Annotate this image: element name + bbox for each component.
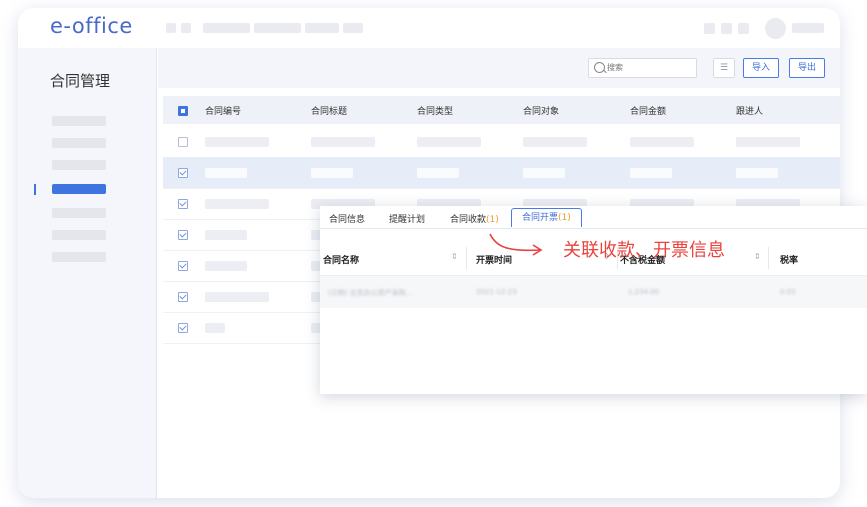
annotation-arrow-icon bbox=[489, 233, 543, 256]
cell-placeholder bbox=[205, 323, 225, 333]
tab-label: 合同开票 bbox=[522, 213, 559, 223]
tab-label: 合同信息 bbox=[329, 215, 366, 225]
table-row-selected[interactable] bbox=[163, 157, 840, 189]
username-placeholder[interactable] bbox=[792, 23, 824, 33]
tab-label: 合同收款 bbox=[450, 215, 487, 225]
nav-placeholder[interactable] bbox=[343, 23, 363, 33]
cell-placeholder bbox=[417, 137, 481, 147]
invoice-row[interactable]: (示例) 北京办公资产采购... 2021-12-23 1,234.00 0.0… bbox=[320, 276, 867, 308]
sidebar-item[interactable] bbox=[52, 208, 106, 218]
sort-icon[interactable]: ⇕ bbox=[754, 252, 761, 261]
row-checkbox[interactable] bbox=[178, 261, 188, 271]
tab-reminder-plan[interactable]: 提醒计划 bbox=[389, 212, 425, 225]
row-checkbox[interactable] bbox=[178, 323, 188, 333]
row-checkbox[interactable] bbox=[178, 168, 188, 178]
column-header[interactable]: 税率 bbox=[780, 253, 798, 266]
tab-contract-receipts[interactable]: 合同收款(1) bbox=[450, 212, 499, 225]
tab-label: 提醒计划 bbox=[389, 215, 426, 225]
cell-placeholder bbox=[311, 137, 375, 147]
cell-placeholder bbox=[736, 168, 778, 178]
sidebar-item-active[interactable] bbox=[52, 184, 106, 194]
column-header[interactable]: 跟进人 bbox=[736, 104, 763, 117]
app-logo: e-office bbox=[50, 14, 133, 38]
nav-placeholder[interactable] bbox=[181, 23, 191, 33]
column-header[interactable]: 合同编号 bbox=[205, 104, 241, 117]
invoice-contract-name: (示例) 北京办公资产采购... bbox=[328, 289, 413, 297]
column-header[interactable]: 合同名称 bbox=[323, 253, 359, 266]
header-icon-placeholder[interactable] bbox=[704, 23, 715, 34]
nav-placeholder[interactable] bbox=[254, 23, 301, 33]
nav-placeholder[interactable] bbox=[305, 23, 339, 33]
cell-placeholder bbox=[630, 137, 694, 147]
top-bar: e-office bbox=[18, 8, 840, 48]
cell-placeholder bbox=[205, 292, 269, 302]
sidebar-item[interactable] bbox=[52, 160, 106, 170]
annotation-text: 关联收款、开票信息 bbox=[563, 240, 725, 261]
column-header[interactable]: 合同标题 bbox=[311, 104, 347, 117]
sort-icon[interactable]: ⇕ bbox=[451, 252, 458, 261]
search-input[interactable] bbox=[607, 60, 687, 74]
invoice-amount: 1,234.00 bbox=[628, 288, 660, 296]
export-button[interactable]: 导出 bbox=[789, 58, 825, 78]
nav-placeholder[interactable] bbox=[166, 23, 176, 33]
nav-placeholder[interactable] bbox=[203, 23, 250, 33]
cell-placeholder bbox=[417, 168, 459, 178]
table-header: 合同编号 合同标题 合同类型 合同对象 合同金额 跟进人 bbox=[163, 96, 840, 124]
tab-count: (1) bbox=[558, 213, 571, 223]
cell-placeholder bbox=[736, 137, 800, 147]
cell-placeholder bbox=[630, 168, 672, 178]
cell-placeholder bbox=[205, 137, 269, 147]
sidebar-item[interactable] bbox=[52, 138, 106, 148]
column-divider bbox=[768, 247, 769, 269]
row-checkbox[interactable] bbox=[178, 199, 188, 209]
row-checkbox[interactable] bbox=[178, 137, 188, 147]
cell-placeholder bbox=[205, 261, 247, 271]
cell-placeholder bbox=[205, 168, 247, 178]
search-box[interactable] bbox=[588, 58, 697, 78]
header-icon-placeholder[interactable] bbox=[738, 23, 749, 34]
contract-detail-popup: 合同信息 提醒计划 合同收款(1) 合同开票(1) 合同名称 ⇕ 开票时间 ⇕ … bbox=[320, 206, 867, 394]
sidebar: 合同管理 bbox=[18, 48, 157, 498]
row-checkbox[interactable] bbox=[178, 292, 188, 302]
tab-contract-invoices[interactable]: 合同开票(1) bbox=[511, 208, 582, 227]
header-icon-placeholder[interactable] bbox=[721, 23, 732, 34]
cell-placeholder bbox=[523, 137, 587, 147]
sidebar-item[interactable] bbox=[52, 230, 106, 240]
column-divider bbox=[466, 247, 467, 269]
tab-count: (1) bbox=[486, 215, 499, 225]
cell-placeholder bbox=[311, 168, 353, 178]
invoice-tax-rate: 0.03 bbox=[780, 288, 796, 296]
cell-placeholder bbox=[205, 230, 247, 240]
detail-tabs: 合同信息 提醒计划 合同收款(1) 合同开票(1) bbox=[320, 206, 867, 229]
toolbar: ☰ 导入 导出 bbox=[158, 48, 840, 88]
filter-icon[interactable]: ☰ bbox=[713, 58, 735, 78]
row-checkbox[interactable] bbox=[178, 230, 188, 240]
cell-placeholder bbox=[205, 199, 269, 209]
cell-placeholder bbox=[523, 168, 565, 178]
import-button[interactable]: 导入 bbox=[743, 58, 779, 78]
tab-contract-info[interactable]: 合同信息 bbox=[329, 212, 365, 225]
sidebar-item[interactable] bbox=[52, 116, 106, 126]
sidebar-title: 合同管理 bbox=[50, 72, 111, 90]
search-icon bbox=[594, 62, 605, 73]
column-header[interactable]: 合同类型 bbox=[417, 104, 453, 117]
table-row[interactable] bbox=[163, 126, 840, 158]
active-indicator bbox=[34, 184, 36, 195]
avatar[interactable] bbox=[765, 18, 786, 39]
invoice-date: 2021-12-23 bbox=[476, 288, 517, 296]
select-all-checkbox[interactable] bbox=[178, 106, 188, 116]
column-header[interactable]: 合同对象 bbox=[523, 104, 559, 117]
column-header[interactable]: 合同金额 bbox=[630, 104, 666, 117]
sidebar-item[interactable] bbox=[52, 252, 106, 262]
